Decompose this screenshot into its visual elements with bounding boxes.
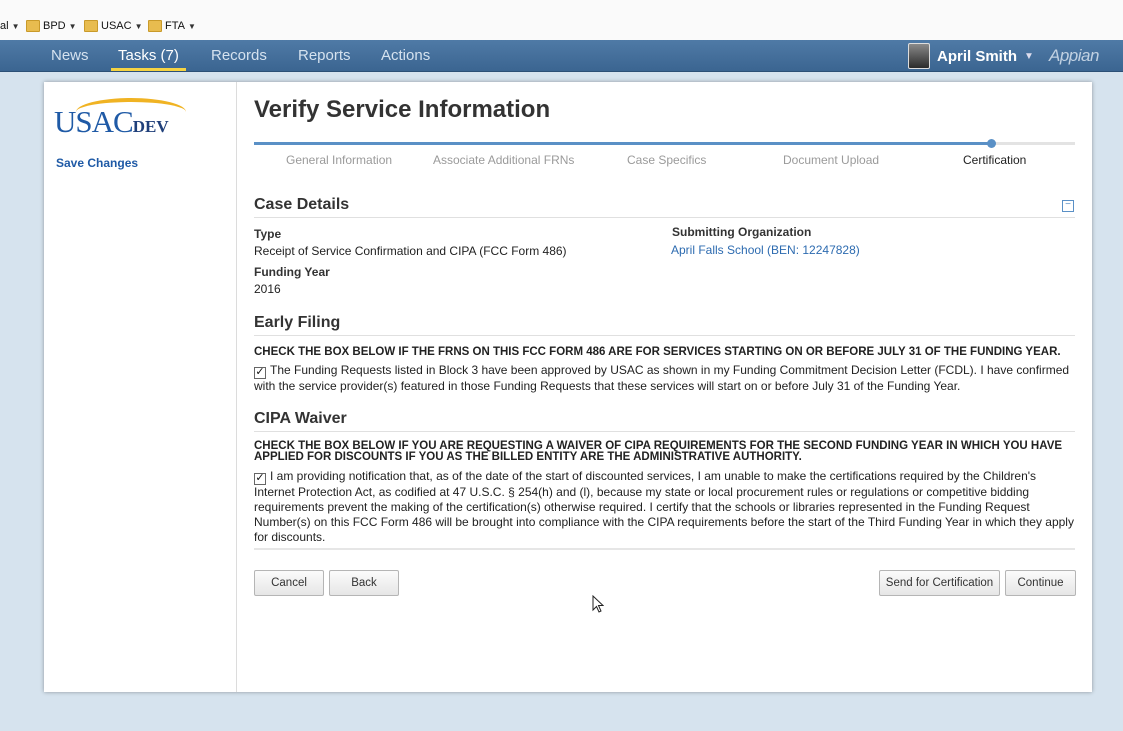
early-filing-checkbox[interactable]: ✓ (254, 367, 266, 379)
wizard-track (254, 142, 1075, 145)
early-filing-checkbox-text: The Funding Requests listed in Block 3 h… (254, 363, 1070, 393)
folder-icon (84, 20, 98, 32)
footer-divider (254, 548, 1075, 550)
chevron-down-icon: ▼ (68, 21, 77, 31)
logo-swoosh (76, 98, 186, 126)
early-filing-checkbox-row: ✓ The Funding Requests listed in Block 3 … (254, 363, 1076, 394)
tab-records[interactable]: Records (211, 40, 267, 71)
bookmark-folder-usac[interactable]: USAC ▼ (84, 18, 142, 34)
submitting-org-link[interactable]: April Falls School (BEN: 12247828) (671, 243, 860, 257)
step-case-specifics[interactable]: Case Specifics (627, 153, 706, 167)
case-details-title: Case Details (254, 196, 350, 213)
cipa-waiver-checkbox-text: I am providing notification that, as of … (254, 469, 1074, 544)
divider (254, 335, 1075, 336)
cipa-waiver-checkbox-row: ✓ I am providing notification that, as of… (254, 469, 1076, 545)
usac-logo: USACDEV (54, 98, 186, 144)
bookmarks-bar: al ▼ BPD ▼ USAC ▼ FTA ▼ (0, 0, 1123, 41)
bookmark-label: al (0, 20, 9, 32)
divider (254, 217, 1075, 218)
cipa-waiver-checkbox[interactable]: ✓ (254, 473, 266, 485)
page-title: Verify Service Information (254, 96, 551, 123)
chevron-down-icon: ▼ (1024, 50, 1034, 62)
step-general-information[interactable]: General Information (286, 153, 392, 167)
app-nav-bar: News Tasks (7) Records Reports Actions A… (0, 40, 1123, 72)
folder-icon (148, 20, 162, 32)
back-button[interactable]: Back (329, 570, 399, 596)
chevron-down-icon: ▼ (134, 21, 143, 31)
step-associate-frns[interactable]: Associate Additional FRNs (433, 153, 574, 167)
bookmark-label: BPD (43, 20, 66, 32)
avatar (908, 43, 930, 69)
early-filing-title: Early Filing (254, 314, 341, 331)
type-value: Receipt of Service Confirmation and CIPA… (254, 244, 567, 258)
early-filing-instruction: CHECK THE BOX BELOW IF THE FRNS ON THIS … (254, 346, 1061, 358)
funding-year-label: Funding Year (254, 265, 330, 279)
main-card: USACDEV Save Changes Verify Service Info… (44, 82, 1092, 692)
bookmark-folder-fta[interactable]: FTA ▼ (148, 18, 196, 34)
user-menu[interactable]: April Smith ▼ (908, 43, 1034, 69)
cipa-waiver-instruction: CHECK THE BOX BELOW IF YOU ARE REQUESTIN… (254, 440, 1063, 463)
user-name: April Smith (937, 47, 1018, 65)
tab-tasks[interactable]: Tasks (7) (111, 40, 186, 71)
continue-button[interactable]: Continue (1005, 570, 1076, 596)
cipa-waiver-title: CIPA Waiver (254, 410, 347, 427)
sidebar: USACDEV Save Changes (44, 82, 237, 692)
bookmark-item[interactable]: al ▼ (0, 18, 19, 34)
type-label: Type (254, 227, 282, 241)
wizard-current-dot (987, 139, 996, 148)
tab-reports[interactable]: Reports (298, 40, 351, 71)
submitting-org-label: Submitting Organization (672, 225, 812, 239)
save-changes-link[interactable]: Save Changes (56, 156, 138, 170)
bookmark-folder-bpd[interactable]: BPD ▼ (26, 18, 77, 34)
funding-year-value: 2016 (254, 282, 281, 296)
brand-logo: Appian (1049, 46, 1099, 65)
divider (254, 431, 1075, 432)
bookmark-label: USAC (101, 20, 132, 32)
tab-news[interactable]: News (51, 40, 89, 71)
folder-icon (26, 20, 40, 32)
chevron-down-icon: ▼ (187, 21, 196, 31)
cancel-button[interactable]: Cancel (254, 570, 324, 596)
tab-actions[interactable]: Actions (381, 40, 430, 71)
form-main: Verify Service Information General Infor… (254, 82, 1076, 692)
chevron-down-icon: ▼ (11, 21, 20, 31)
step-document-upload[interactable]: Document Upload (783, 153, 879, 167)
mouse-cursor-icon (592, 595, 604, 613)
step-certification[interactable]: Certification (963, 153, 1026, 167)
collapse-icon[interactable]: − (1062, 200, 1074, 212)
wizard-progress (254, 142, 992, 145)
bookmark-label: FTA (165, 20, 185, 32)
send-for-certification-button[interactable]: Send for Certification (879, 570, 1000, 596)
